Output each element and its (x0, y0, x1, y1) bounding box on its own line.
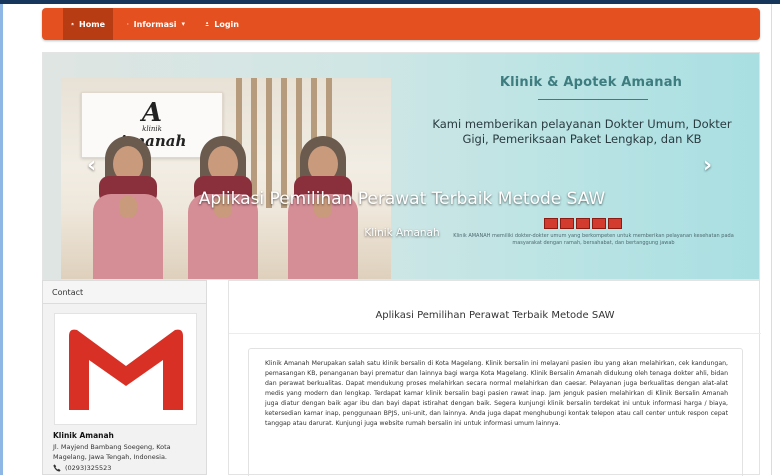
scrollbar-track[interactable] (771, 4, 780, 475)
home-icon (71, 19, 74, 29)
contact-panel: Contact Klinik Amanah Jl. Mayjend Bamban… (42, 280, 207, 475)
hero-description: Kami memberikan pelayanan Dokter Umum, D… (423, 117, 741, 147)
hero-divider (538, 99, 648, 100)
clinic-phone-number: (0293)325523 (65, 464, 111, 472)
description-box: Klinik Amanah Merupakan salah satu klini… (248, 348, 743, 476)
carousel-caption-subtitle: Klinik Amanah (43, 227, 760, 239)
carousel-prev-button[interactable]: ‹ (87, 153, 96, 178)
nav-login[interactable]: Login (197, 8, 247, 40)
clinic-photo: A klinik Amanah (61, 78, 391, 280)
clinic-phone: (0293)325523 (53, 464, 111, 472)
page-title: Aplikasi Pemilihan Perawat Terbaik Metod… (229, 310, 761, 321)
mail-icon (61, 320, 191, 420)
hero-carousel: A klinik Amanah Klinik & Apotek Amanah K… (42, 52, 760, 280)
title-divider (229, 333, 761, 334)
nav-home-label: Home (79, 20, 105, 29)
nav-informasi[interactable]: Informasi ▾ (119, 8, 193, 40)
nav-login-label: Login (214, 20, 239, 29)
gear-icon (127, 19, 129, 29)
hero-title: Klinik & Apotek Amanah (441, 75, 741, 90)
window-left-border (0, 4, 3, 475)
gmail-logo[interactable] (54, 313, 197, 425)
nav-informasi-label: Informasi (134, 20, 177, 29)
nav-home[interactable]: Home (63, 8, 113, 40)
clinic-name: Klinik Amanah (53, 431, 114, 440)
contact-heading: Contact (43, 281, 206, 304)
chevron-down-icon: ▾ (181, 20, 185, 28)
clinic-address: Jl. Mayjend Bambang Soegeng, Kota Magela… (53, 442, 203, 462)
navbar: Home Informasi ▾ Login (42, 8, 760, 40)
main-content-panel: Aplikasi Pemilihan Perawat Terbaik Metod… (228, 280, 760, 475)
window-top-border (0, 0, 780, 4)
description-text: Klinik Amanah Merupakan salah satu klini… (265, 359, 728, 429)
phone-icon (53, 464, 61, 472)
carousel-next-button[interactable]: › (703, 153, 712, 178)
carousel-caption-title: Aplikasi Pemilihan Perawat Terbaik Metod… (43, 189, 760, 209)
user-icon (205, 19, 209, 29)
